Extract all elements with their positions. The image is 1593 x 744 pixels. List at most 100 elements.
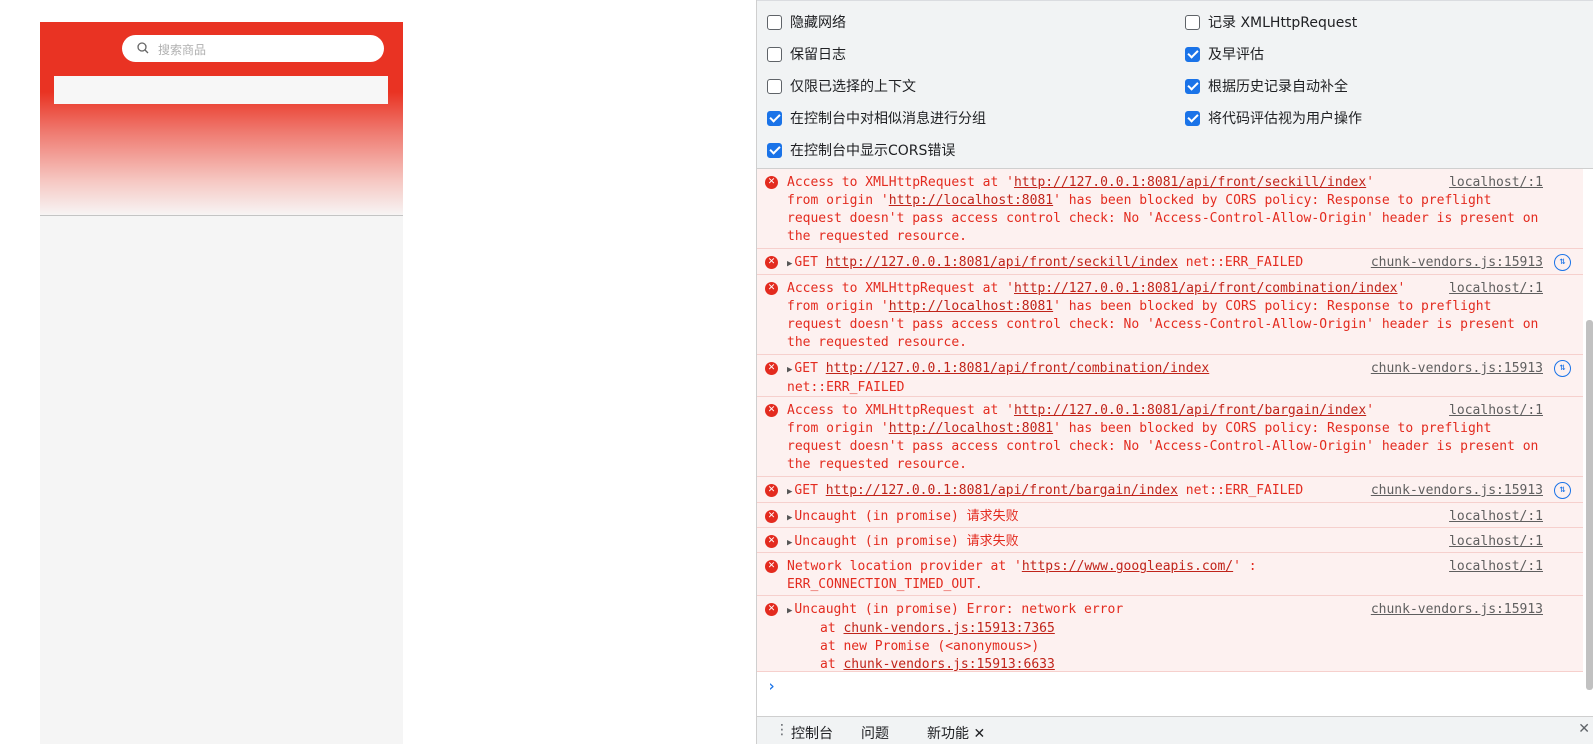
message-text: ' (1366, 403, 1375, 418)
message-text: from origin ' (787, 193, 889, 208)
option-hide-network[interactable]: 隐藏网络 (767, 11, 846, 33)
url-link[interactable]: https://www.googleapis.com/ (1022, 559, 1233, 574)
option-label: 及早评估 (1208, 47, 1264, 63)
url-link[interactable]: http://127.0.0.1:8081/api/front/bargain/… (1014, 403, 1366, 418)
network-request-icon[interactable]: ⇅ (1554, 360, 1571, 377)
tab-whats-new[interactable]: 新功能 ✕ (927, 723, 985, 743)
checkbox[interactable] (767, 110, 782, 126)
message-text: ' (1397, 281, 1406, 296)
console-messages: ✕ localhost/:1 Access to XMLHttpRequest … (757, 169, 1583, 677)
page-header: 搜索商品 (40, 22, 403, 215)
message-text: Network location provider at ' (787, 559, 1022, 574)
source-link[interactable]: chunk-vendors.js:15913 (1371, 601, 1543, 619)
expand-triangle-icon[interactable]: ▶ (787, 259, 792, 269)
message-text: Uncaught (in promise) (794, 509, 959, 524)
expand-triangle-icon[interactable]: ▶ (787, 365, 792, 375)
source-link[interactable]: chunk-vendors.js:15913 (1371, 360, 1543, 378)
source-link[interactable]: localhost/:1 (1449, 174, 1543, 192)
source-link[interactable]: localhost/:1 (1449, 533, 1543, 551)
expand-triangle-icon[interactable]: ▶ (787, 606, 792, 616)
checkbox[interactable] (1185, 78, 1200, 94)
more-options-icon[interactable]: ⋮ (775, 722, 789, 738)
checkbox[interactable] (767, 46, 782, 62)
option-label: 隐藏网络 (790, 15, 846, 31)
message-text: Access to XMLHttpRequest at ' (787, 403, 1014, 418)
mobile-viewport: 搜索商品 (40, 22, 403, 744)
error-icon: ✕ (765, 404, 778, 417)
url-link[interactable]: http://127.0.0.1:8081/api/front/combinat… (1014, 281, 1398, 296)
stack-link[interactable]: chunk-vendors.js:15913:6633 (843, 657, 1054, 672)
checkbox[interactable] (1185, 14, 1200, 30)
message-text: Access to XMLHttpRequest at ' (787, 281, 1014, 296)
search-bar[interactable]: 搜索商品 (122, 35, 384, 62)
url-link[interactable]: http://localhost:8081 (889, 299, 1053, 314)
source-link[interactable]: chunk-vendors.js:15913 (1371, 482, 1543, 500)
option-selected-context[interactable]: 仅限已选择的上下文 (767, 75, 916, 97)
request-method: GET (794, 483, 818, 498)
banner-placeholder (54, 76, 388, 104)
console-prompt[interactable]: › (757, 677, 1583, 717)
console-error: ✕ localhost/:1 Access to XMLHttpRequest … (757, 397, 1583, 477)
expand-triangle-icon[interactable]: ▶ (787, 538, 792, 548)
source-link[interactable]: localhost/:1 (1449, 402, 1543, 420)
error-icon: ✕ (765, 362, 778, 375)
option-log-xhr[interactable]: 记录 XMLHttpRequest (1185, 11, 1357, 33)
request-status: net::ERR_FAILED (787, 380, 905, 395)
source-link[interactable]: chunk-vendors.js:15913 (1371, 254, 1543, 272)
expand-triangle-icon[interactable]: ▶ (787, 487, 792, 497)
option-preserve-log[interactable]: 保留日志 (767, 43, 846, 65)
message-text: ERR_CONNECTION_TIMED_OUT. (787, 577, 983, 592)
checkbox[interactable] (767, 142, 782, 158)
checkbox[interactable] (1185, 46, 1200, 62)
source-link[interactable]: localhost/:1 (1449, 280, 1543, 298)
tab-console[interactable]: 控制台 (791, 723, 833, 743)
search-input[interactable]: 搜索商品 (158, 41, 206, 58)
url-link[interactable]: http://127.0.0.1:8081/api/front/bargain/… (826, 483, 1178, 498)
option-user-activation[interactable]: 将代码评估视为用户操作 (1185, 107, 1362, 129)
message-text: ' (1366, 175, 1375, 190)
message-text: 请求失败 (966, 509, 1019, 524)
message-text: from origin ' (787, 299, 889, 314)
expand-triangle-icon[interactable]: ▶ (787, 513, 792, 523)
message-text: Uncaught (in promise) Error: network err… (794, 602, 1124, 617)
error-icon: ✕ (765, 176, 778, 189)
error-icon: ✕ (765, 484, 778, 497)
url-link[interactable]: http://localhost:8081 (889, 193, 1053, 208)
message-text: from origin ' (787, 421, 889, 436)
network-request-icon[interactable]: ⇅ (1554, 482, 1571, 499)
prompt-chevron-icon: › (767, 677, 777, 695)
url-link[interactable]: http://localhost:8081 (889, 421, 1053, 436)
tab-issues[interactable]: 问题 (861, 723, 889, 743)
divider (40, 215, 403, 216)
url-link[interactable]: http://127.0.0.1:8081/api/front/combinat… (826, 361, 1210, 376)
message-text: Access to XMLHttpRequest at ' (787, 175, 1014, 190)
option-label: 将代码评估视为用户操作 (1208, 111, 1362, 127)
source-link[interactable]: localhost/:1 (1449, 508, 1543, 526)
url-link[interactable]: http://127.0.0.1:8081/api/front/seckill/… (826, 255, 1178, 270)
source-link[interactable]: localhost/:1 (1449, 558, 1543, 576)
network-request-icon[interactable]: ⇅ (1554, 254, 1571, 271)
option-label: 仅限已选择的上下文 (790, 79, 916, 95)
scrollbar[interactable] (1586, 320, 1593, 690)
tab-label: 新功能 (927, 726, 969, 742)
stack-link[interactable]: chunk-vendors.js:15913:7365 (843, 621, 1054, 636)
request-status: net::ERR_FAILED (1185, 255, 1304, 270)
error-icon: ✕ (765, 560, 778, 573)
console-error: ✕ localhost/:1 ▶ Uncaught (in promise) 请求… (757, 528, 1583, 553)
message-text: 请求失败 (966, 534, 1019, 549)
checkbox[interactable] (767, 14, 782, 30)
checkbox[interactable] (1185, 110, 1200, 126)
error-icon: ✕ (765, 256, 778, 269)
stack-frame: at chunk-vendors.js:15913:6633 (787, 656, 1543, 674)
url-link[interactable]: http://127.0.0.1:8081/api/front/seckill/… (1014, 175, 1366, 190)
option-group-similar[interactable]: 在控制台中对相似消息进行分组 (767, 107, 986, 129)
close-icon[interactable]: ✕ (1578, 721, 1590, 737)
checkbox[interactable] (767, 78, 782, 94)
console-error: ✕ localhost/:1 Access to XMLHttpRequest … (757, 169, 1583, 249)
drawer-tabs: ⋮ 控制台 问题 新功能 ✕ ✕ (757, 716, 1593, 744)
option-show-cors-errors[interactable]: 在控制台中显示CORS错误 (767, 139, 955, 161)
console-error: ✕ localhost/:1 Network location provider… (757, 553, 1583, 596)
option-autocomplete-history[interactable]: 根据历史记录自动补全 (1185, 75, 1348, 97)
message-text: at (820, 621, 836, 636)
option-eager-eval[interactable]: 及早评估 (1185, 43, 1264, 65)
